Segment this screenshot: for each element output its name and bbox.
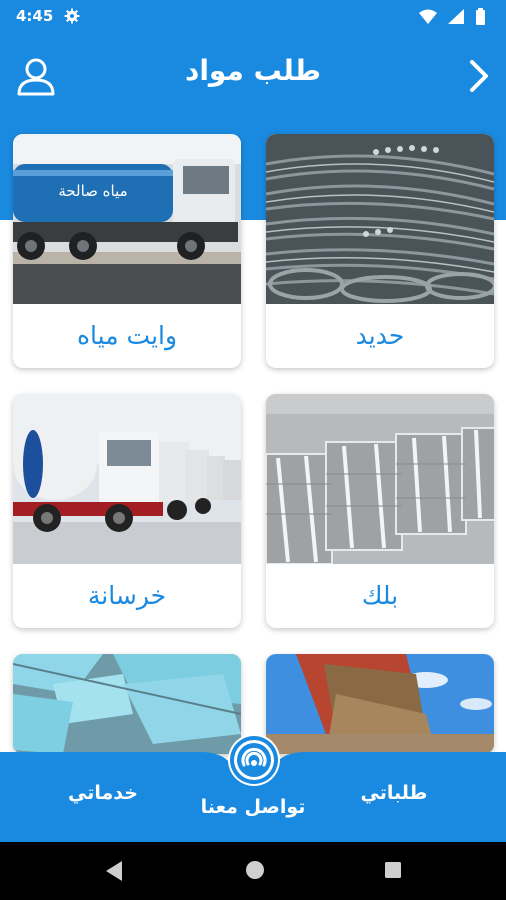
settings-gear-icon [64,8,80,24]
steel-image [266,134,494,304]
nav-my-services[interactable]: خدماتي [48,782,158,804]
system-navigation-bar [0,842,506,900]
category-label: خرسانة [87,581,167,610]
signal-icon [448,9,464,24]
category-card-insulation[interactable] [13,654,241,754]
category-card-steel[interactable]: حديد [266,134,494,368]
category-card-block[interactable]: بلك [266,394,494,628]
concrete-mixer-image [13,394,241,564]
insulation-boards-image [13,654,241,754]
category-card-concrete[interactable]: خرسانة [13,394,241,628]
dump-truck-image [266,654,494,754]
wifi-icon [419,9,437,24]
material-request-screen: 4:45 طلب مواد حديد مياه صالحة وايت مياه … [0,0,506,900]
category-label: بلك [361,581,399,610]
block-image [266,394,494,564]
nav-contact-us[interactable]: تواصل معنا [178,796,328,818]
page-title: طلب مواد [184,54,322,87]
status-time: 4:45 [16,7,54,25]
status-indicators [419,8,485,25]
nav-my-requests[interactable]: طلباتي [344,782,444,804]
system-back-icon[interactable] [104,860,124,882]
app-header: طلب مواد [0,40,506,112]
contact-fab-button[interactable] [228,734,280,786]
signal-broadcast-icon [230,736,278,784]
system-home-icon[interactable] [245,860,265,880]
category-card-sand[interactable] [266,654,494,754]
category-label: حديد [355,321,405,350]
status-bar: 4:45 [0,0,506,34]
truck-sign-text: مياه صالحة [58,182,127,200]
chevron-right-icon[interactable] [462,56,496,96]
battery-icon [476,10,485,25]
category-card-water-truck[interactable]: مياه صالحة وايت مياه [13,134,241,368]
system-recents-icon[interactable] [384,861,402,879]
water-truck-image: مياه صالحة [13,134,241,304]
category-label: وايت مياه [76,321,178,350]
